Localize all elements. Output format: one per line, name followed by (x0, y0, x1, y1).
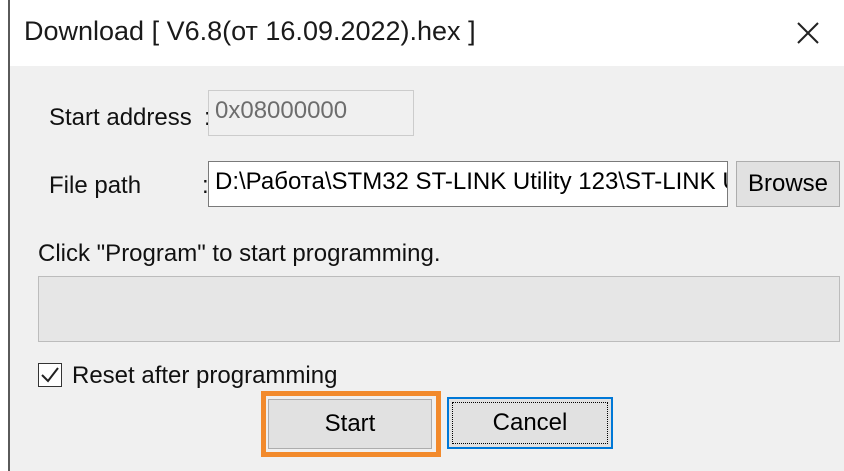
cancel-button[interactable]: Cancel (447, 397, 613, 449)
status-text: Click "Program" to start programming. (38, 240, 441, 267)
close-button[interactable] (782, 8, 834, 58)
browse-button[interactable]: Browse (736, 161, 840, 207)
window-title: Download [ V6.8(от 16.09.2022).hex ] (24, 16, 476, 46)
start-address-label: Start address (49, 104, 192, 131)
progress-bar (38, 276, 840, 342)
file-path-label: File path (49, 172, 142, 199)
reset-after-programming-checkbox[interactable] (38, 363, 62, 387)
download-dialog: Download [ V6.8(от 16.09.2022).hex ] Sta… (0, 0, 844, 471)
title-bar: Download [ V6.8(от 16.09.2022).hex ] (10, 0, 844, 66)
close-icon (797, 22, 819, 44)
start-button[interactable]: Start (268, 399, 432, 449)
file-path-input[interactable]: D:\Работа\STM32 ST-LINK Utility 123\ST-L… (208, 161, 728, 207)
cancel-button-label: Cancel (492, 409, 568, 436)
reset-after-programming-label[interactable]: Reset after programming (72, 362, 337, 390)
start-address-field: 0x08000000 (208, 90, 414, 136)
checkmark-icon (41, 367, 59, 383)
dialog-body: Start address : 0x08000000 File path : D… (10, 66, 844, 471)
